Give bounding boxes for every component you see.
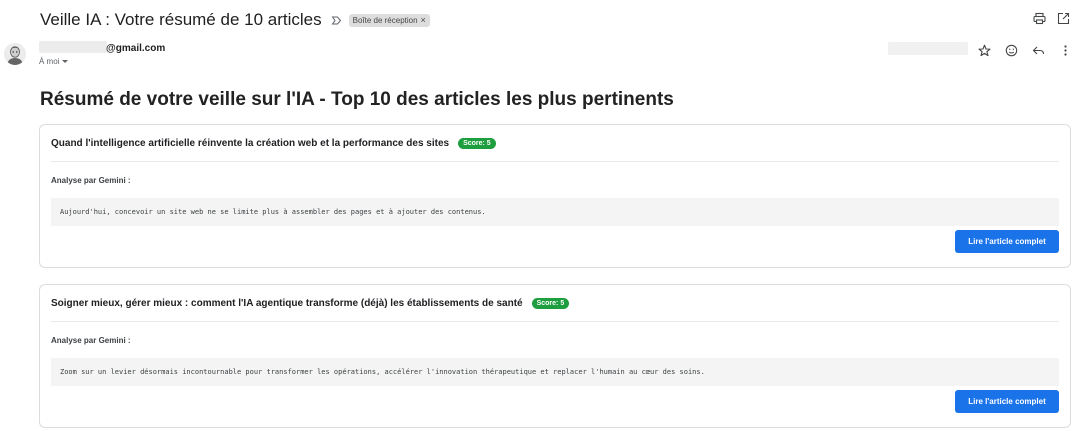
chevron-down-icon[interactable]	[62, 60, 69, 63]
email-subject: Veille IA : Votre résumé de 10 articles	[40, 10, 322, 29]
score-badge: Score: 5	[531, 298, 570, 309]
message-actions	[978, 44, 1072, 57]
thread-actions	[1033, 12, 1070, 25]
importance-marker-icon[interactable]	[331, 15, 342, 26]
inbox-label-text: Boîte de réception	[352, 15, 418, 25]
recipient-label: À moi	[39, 57, 60, 66]
card-divider	[51, 161, 1059, 162]
open-in-new-window-icon[interactable]	[1057, 12, 1070, 25]
remove-label-icon[interactable]: ×	[421, 16, 426, 25]
emoji-icon[interactable]	[1005, 44, 1018, 57]
reply-icon[interactable]	[1032, 44, 1045, 57]
article-title: Quand l'intelligence artificielle réinve…	[51, 138, 450, 149]
article-summary: Zoom sur un levier désormais incontourna…	[51, 358, 1059, 386]
more-vert-icon[interactable]	[1059, 44, 1072, 57]
article-summary: Aujourd'hui, concevoir un site web ne se…	[51, 198, 1059, 226]
score-badge: Score: 5	[458, 138, 496, 149]
card-divider	[51, 321, 1059, 322]
inbox-label-chip[interactable]: Boîte de réception ×	[348, 13, 430, 27]
article-title-row: Soigner mieux, gérer mieux : comment l'I…	[51, 298, 570, 309]
analysis-label: Analyse par Gemini :	[51, 336, 131, 345]
article-card: Quand l'intelligence artificielle réinve…	[39, 124, 1071, 268]
date-redacted	[888, 42, 968, 55]
digest-heading: Résumé de votre veille sur l'IA - Top 10…	[40, 89, 674, 110]
article-card: Soigner mieux, gérer mieux : comment l'I…	[39, 284, 1071, 428]
star-icon[interactable]	[978, 44, 991, 57]
sender-name-redacted	[39, 41, 107, 53]
sender-email: @gmail.com	[106, 43, 166, 54]
article-title: Soigner mieux, gérer mieux : comment l'I…	[51, 298, 523, 309]
subject-row: Veille IA : Votre résumé de 10 articles …	[40, 9, 1064, 31]
read-article-button[interactable]: Lire l'article complet	[955, 390, 1059, 413]
print-icon[interactable]	[1033, 12, 1046, 25]
avatar[interactable]	[4, 43, 26, 65]
article-title-row: Quand l'intelligence artificielle réinve…	[51, 138, 496, 149]
analysis-label: Analyse par Gemini :	[51, 176, 131, 185]
recipient-details[interactable]: À moi	[39, 57, 69, 66]
read-article-button[interactable]: Lire l'article complet	[955, 230, 1059, 253]
